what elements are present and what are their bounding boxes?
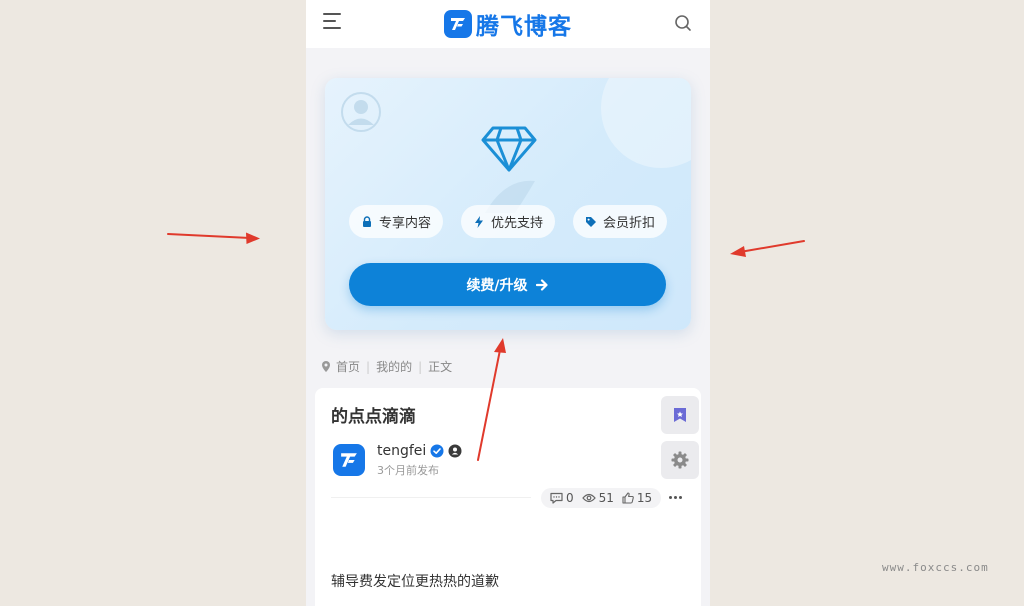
more-options-icon[interactable] [663,487,687,507]
article-body: 辅导费发定位更热热的道歉 [331,574,499,590]
mobile-viewport: 腾飞博客 专享内容 优先支持 会员折扣 续费/升级 首页 | 我的的 | 正文 … [306,0,710,606]
perk-list: 专享内容 优先支持 会员折扣 [349,205,667,238]
divider [331,497,531,498]
diamond-icon [481,124,537,172]
logo-mark-icon [444,10,472,38]
vip-membership-card: 专享内容 优先支持 会员折扣 续费/升级 [325,78,691,330]
settings-button[interactable] [661,441,699,479]
breadcrumb-category[interactable]: 我的的 [376,358,412,375]
renew-upgrade-label: 续费/升级 [466,277,528,294]
breadcrumb: 首页 | 我的的 | 正文 [322,358,452,375]
comment-icon [550,492,563,504]
decorative-circle [601,78,691,168]
like-count-value: 15 [636,491,653,505]
comment-count[interactable]: 0 [550,491,574,505]
eye-icon [581,493,596,503]
perk-label: 优先支持 [490,216,543,231]
verified-badge-icon [430,444,444,458]
perk-priority-support[interactable]: 优先支持 [460,205,555,238]
logo-text: 腾飞博客 [476,14,572,40]
bookmark-icon [674,408,686,422]
bolt-icon [474,215,483,228]
location-pin-icon [322,361,330,372]
author-name-text: tengfei [377,443,427,459]
article-card: 的点点滴滴 tengfei 3个月前发布 0 51 15 辅导费发定位更热热的道… [315,388,701,606]
top-bar: 腾飞博客 [306,0,710,48]
tag-icon [585,216,596,227]
site-logo[interactable]: 腾飞博客 [444,7,572,41]
thumbs-up-icon [622,492,634,504]
arrow-right-icon [535,278,548,291]
lock-icon [363,215,371,227]
breadcrumb-current: 正文 [428,360,453,374]
author-name[interactable]: tengfei [377,443,462,459]
menu-icon[interactable] [323,13,343,33]
article-title: 的点点滴滴 [331,407,416,427]
gear-icon [671,451,689,469]
breadcrumb-separator: | [418,359,423,374]
author-avatar[interactable] [333,444,365,476]
perk-member-discount[interactable]: 会员折扣 [572,205,667,238]
user-avatar-icon [341,92,381,132]
comment-count-value: 0 [566,491,574,505]
breadcrumb-separator: | [366,359,371,374]
renew-upgrade-button[interactable]: 续费/升级 [349,263,666,306]
view-count-value: 51 [598,491,614,505]
user-badge-icon [448,444,462,458]
like-count[interactable]: 15 [622,491,652,505]
breadcrumb-home[interactable]: 首页 [336,358,360,375]
watermark: www.foxccs.com [882,561,989,574]
article-stats: 0 51 15 [541,488,662,508]
search-icon[interactable] [674,14,692,32]
publish-time: 3个月前发布 [377,464,439,477]
perk-label: 专享内容 [379,216,432,231]
bookmark-button[interactable] [661,396,699,434]
perk-exclusive-content[interactable]: 专享内容 [349,205,444,238]
perk-label: 会员折扣 [602,216,655,231]
view-count: 51 [581,491,614,505]
